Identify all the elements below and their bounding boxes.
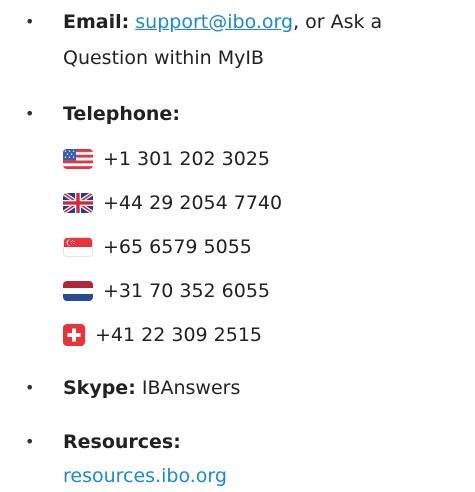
email-suffix: , or Ask a xyxy=(293,11,383,33)
phone-number: +44 29 2054 7740 xyxy=(103,192,283,214)
bullet-skype: • xyxy=(25,378,35,397)
netherlands-flag-icon xyxy=(63,281,93,301)
phone-row-netherlands: +31 70 352 6055 xyxy=(63,279,270,303)
email-label: Email: xyxy=(63,11,130,33)
bullet-email: • xyxy=(25,12,35,31)
skype-value: IBAnswers xyxy=(141,377,241,399)
resources-link[interactable]: resources.ibo.org xyxy=(63,465,227,487)
phone-row-uk: +44 29 2054 7740 xyxy=(63,191,282,215)
phone-number: +65 6579 5055 xyxy=(103,236,252,258)
singapore-flag-icon xyxy=(63,237,93,257)
skype-line: Skype: IBAnswers xyxy=(63,376,240,400)
phone-row-singapore: +65 6579 5055 xyxy=(63,235,252,259)
telephone-label-line: Telephone: xyxy=(63,102,180,126)
resources-label: Resources: xyxy=(63,431,181,453)
phone-row-us: +1 301 202 3025 xyxy=(63,147,270,171)
phone-number: +1 301 202 3025 xyxy=(103,148,271,170)
switzerland-flag-icon xyxy=(63,324,85,346)
us-flag-icon xyxy=(63,149,93,169)
email-link[interactable]: support@ibo.org xyxy=(135,11,293,33)
telephone-label: Telephone: xyxy=(63,103,180,125)
skype-label: Skype: xyxy=(63,377,136,399)
uk-flag-icon xyxy=(63,193,93,213)
resources-label-line: Resources: xyxy=(63,430,181,454)
resources-link-line: resources.ibo.org xyxy=(63,464,227,488)
phone-row-switzerland: +41 22 309 2515 xyxy=(63,323,262,347)
phone-number: +41 22 309 2515 xyxy=(95,324,263,346)
email-continuation: Question within MyIB xyxy=(63,47,264,69)
phone-number: +31 70 352 6055 xyxy=(103,280,271,302)
email-line: Email: support@ibo.org, or Ask a xyxy=(63,10,382,34)
bullet-resources: • xyxy=(25,432,35,451)
bullet-telephone: • xyxy=(25,104,35,123)
